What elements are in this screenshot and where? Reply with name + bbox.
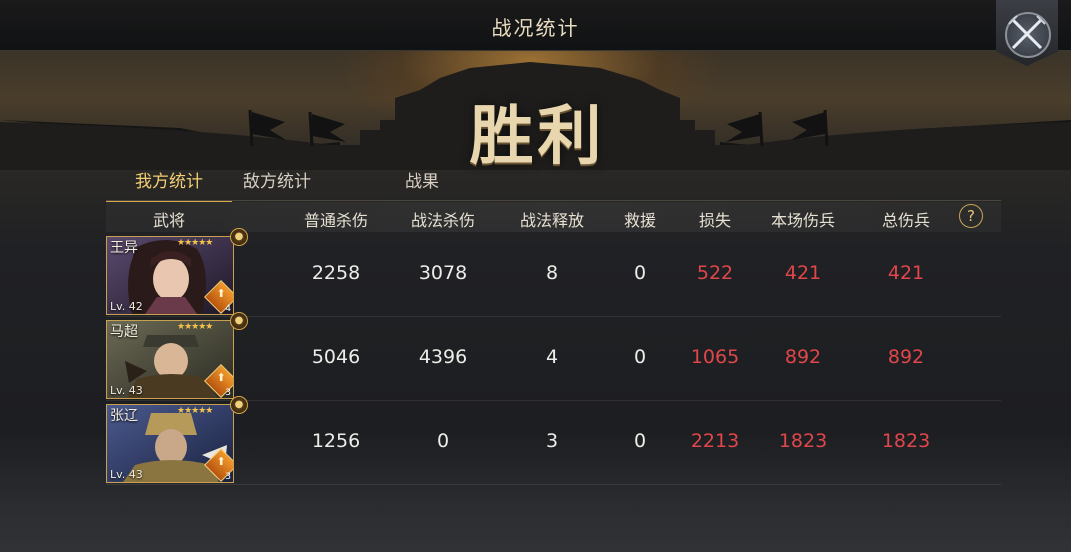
- total-wounded: 421: [887, 262, 925, 284]
- skill-count: 3: [225, 388, 231, 398]
- skill-count: 4: [225, 304, 231, 314]
- battle-wounded: 892: [784, 346, 822, 368]
- general-name: 马超: [110, 324, 138, 340]
- rank-badge-icon: ●: [230, 228, 248, 246]
- general-level: Lv. 42: [110, 300, 143, 313]
- rescue: 0: [633, 430, 647, 452]
- col-total-wounded: 总伤兵: [881, 211, 931, 230]
- general-level: Lv. 43: [110, 468, 143, 481]
- crossed-swords-icon: [1008, 15, 1046, 50]
- col-tactic-casts: 战法释放: [519, 211, 585, 230]
- star-rating: ★★★★★: [177, 238, 213, 248]
- battle-wounded: 1823: [778, 430, 828, 452]
- loss: 2213: [690, 430, 740, 452]
- general-name: 张辽: [110, 408, 138, 424]
- rank-badge-icon: ●: [230, 396, 248, 414]
- table-row: 张辽 ★★★★★ Lv. 43 ⬆ 3 ● 1256 0 3 0 2213 18…: [106, 396, 1001, 485]
- loss: 1065: [690, 346, 740, 368]
- col-general: 武将: [152, 211, 186, 230]
- loss: 522: [696, 262, 734, 284]
- normal-damage: 1256: [311, 430, 361, 452]
- general-level: Lv. 43: [110, 384, 143, 397]
- tab-battle-results[interactable]: 战果: [359, 168, 485, 200]
- col-tactic-damage: 战法杀伤: [410, 211, 476, 230]
- tactic-casts: 8: [545, 262, 559, 284]
- battle-wounded: 421: [784, 262, 822, 284]
- col-battle-wounded: 本场伤兵: [770, 211, 836, 230]
- tactic-damage: 0: [436, 430, 450, 452]
- general-card[interactable]: 马超 ★★★★★ Lv. 43 ⬆ 3: [106, 320, 234, 399]
- victory-label: 胜利: [469, 99, 606, 174]
- tactic-damage: 4396: [418, 346, 468, 368]
- col-loss: 损失: [698, 211, 732, 230]
- skill-count: 3: [225, 472, 231, 482]
- window-title: 战况统计: [491, 16, 580, 40]
- table-row: 王异 ★★★★★ Lv. 42 ⬆ 4 ● 2258 3078 8 0 522 …: [106, 228, 1001, 317]
- general-card[interactable]: 张辽 ★★★★★ Lv. 43 ⬆ 3: [106, 404, 234, 483]
- star-rating: ★★★★★: [177, 406, 213, 416]
- title-bar: 战况统计: [0, 0, 1071, 51]
- rescue: 0: [633, 262, 647, 284]
- total-wounded: 892: [887, 346, 925, 368]
- general-card[interactable]: 王异 ★★★★★ Lv. 42 ⬆ 4: [106, 236, 234, 315]
- col-rescue: 救援: [623, 211, 657, 230]
- tab-divider: [106, 200, 1001, 201]
- col-normal-damage: 普通杀伤: [303, 211, 369, 230]
- rank-badge-icon: ●: [230, 312, 248, 330]
- total-wounded: 1823: [881, 430, 931, 452]
- general-name: 王异: [110, 240, 138, 256]
- star-rating: ★★★★★: [177, 322, 213, 332]
- tactic-damage: 3078: [418, 262, 468, 284]
- normal-damage: 2258: [311, 262, 361, 284]
- tab-enemy-stats[interactable]: 敌方统计: [214, 168, 340, 200]
- tactic-casts: 4: [545, 346, 559, 368]
- rescue: 0: [633, 346, 647, 368]
- normal-damage: 5046: [311, 346, 361, 368]
- tactic-casts: 3: [545, 430, 559, 452]
- question-icon[interactable]: ?: [959, 204, 983, 228]
- table-row: 马超 ★★★★★ Lv. 43 ⬆ 3 ● 5046 4396 4 0 1065…: [106, 312, 1001, 401]
